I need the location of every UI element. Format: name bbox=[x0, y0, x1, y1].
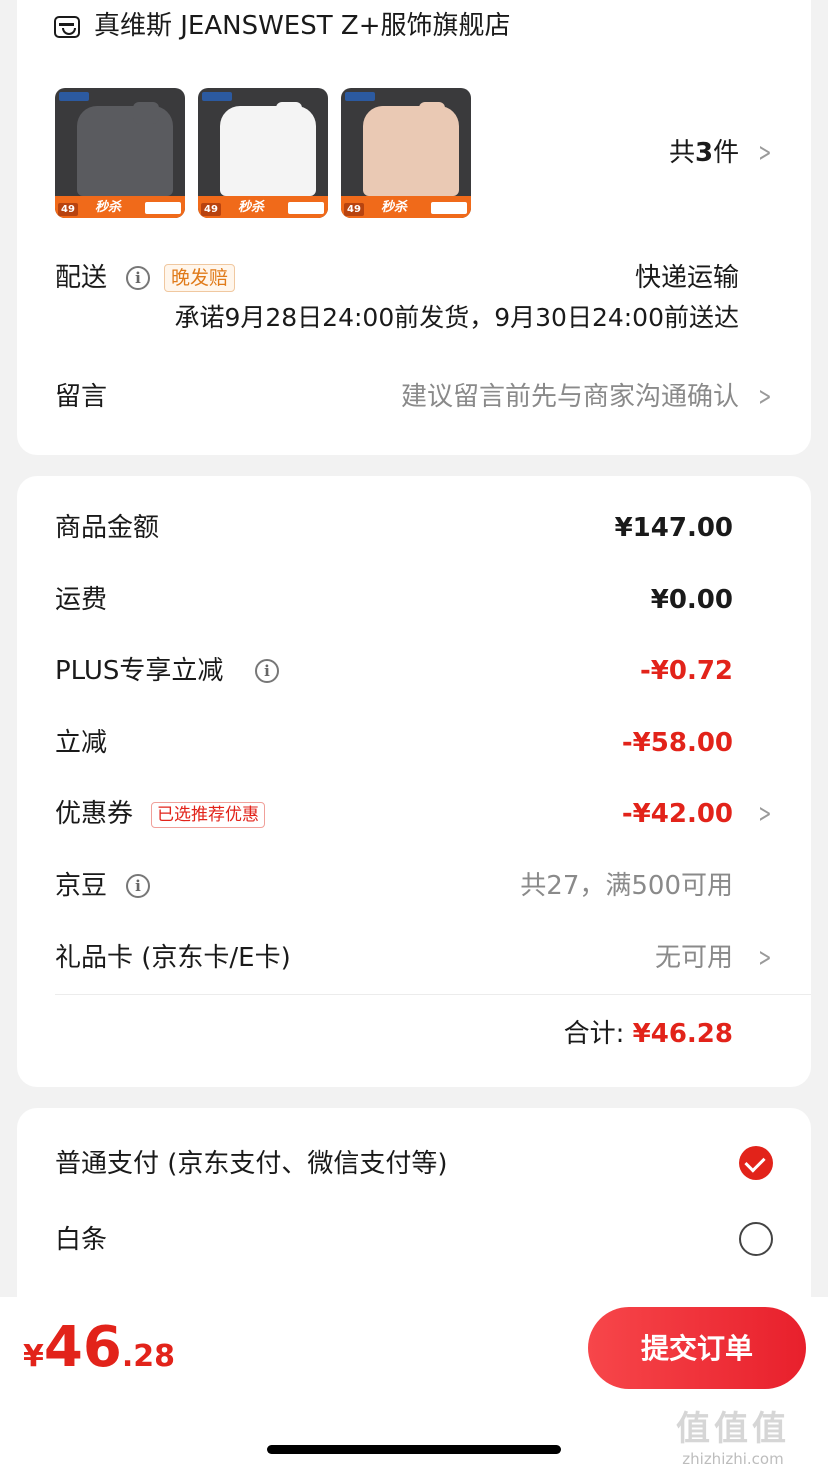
coupon-recommended-tag: 已选推荐优惠 bbox=[151, 802, 265, 828]
promo-label bbox=[145, 202, 181, 214]
instant-discount-label: 立减 bbox=[55, 728, 108, 758]
shirt-collar bbox=[276, 102, 302, 124]
delivery-promise: 承诺9月28日24:00前发货，9月30日24:00前送达 bbox=[174, 303, 739, 332]
instant-discount-value: -¥58.00 bbox=[621, 728, 733, 758]
jingdou-label: 京豆 bbox=[55, 871, 108, 901]
promo-price-tag: 49 bbox=[58, 203, 78, 216]
goods-amount-value: ¥147.00 bbox=[614, 513, 733, 543]
amount-integer: 46 bbox=[43, 1315, 122, 1380]
chevron-right-icon[interactable]: > bbox=[758, 381, 771, 413]
brand-logo bbox=[202, 92, 232, 101]
promo-label bbox=[288, 202, 324, 214]
price-card: 商品金额 ¥147.00 运费 ¥0.00 PLUS专享立减 i -¥0.72 … bbox=[17, 476, 811, 1087]
item-count-prefix: 共 bbox=[669, 138, 696, 168]
product-thumbnail[interactable]: 49 秒杀 bbox=[55, 88, 185, 218]
item-count-number: 3 bbox=[695, 138, 714, 168]
product-thumbnail[interactable]: 49 秒杀 bbox=[198, 88, 328, 218]
delivery-method[interactable]: 快递运输 bbox=[635, 262, 739, 294]
watermark-logo: 值值值 bbox=[676, 1409, 790, 1449]
promo-price-tag: 49 bbox=[201, 203, 221, 216]
checkout-bar: ¥46.28 提交订单 值值值 zhizhizhi.com bbox=[0, 1297, 828, 1474]
promo-text: 秒杀 bbox=[95, 200, 122, 215]
watermark: 值值值 zhizhizhi.com bbox=[676, 1401, 790, 1468]
watermark-url: zhizhizhi.com bbox=[682, 1450, 784, 1468]
currency-symbol: ¥ bbox=[23, 1339, 44, 1374]
subtotal-label: 合计: bbox=[563, 1019, 625, 1049]
store-icon bbox=[54, 16, 80, 38]
brand-logo bbox=[59, 92, 89, 101]
store-card: 真维斯 JEANSWEST Z+服饰旗舰店 49 秒杀 49 秒杀 49 秒杀 … bbox=[17, 0, 811, 455]
gift-card-value[interactable]: 无可用 bbox=[655, 942, 733, 974]
plus-discount-value: -¥0.72 bbox=[639, 656, 733, 686]
coupon-label: 优惠券 bbox=[55, 799, 134, 829]
jingdou-value: 共27，满500可用 bbox=[520, 871, 733, 901]
submit-order-button[interactable]: 提交订单 bbox=[588, 1307, 806, 1389]
item-count[interactable]: 共3件 bbox=[669, 137, 739, 169]
coupon-value[interactable]: -¥42.00 bbox=[622, 798, 733, 830]
gift-card-label: 礼品卡 (京东卡/E卡) bbox=[55, 943, 291, 973]
late-compensation-tag: 晚发赔 bbox=[164, 264, 236, 292]
delivery-label: 配送 bbox=[55, 263, 108, 293]
checked-radio-icon[interactable] bbox=[739, 1146, 773, 1180]
promo-price-tag: 49 bbox=[344, 203, 364, 216]
payment-option-standard-label[interactable]: 普通支付 (京东支付、微信支付等) bbox=[55, 1148, 448, 1180]
shipping-label: 运费 bbox=[55, 585, 108, 615]
chevron-right-icon[interactable]: > bbox=[758, 798, 771, 830]
promo-text: 秒杀 bbox=[381, 200, 408, 215]
chevron-right-icon[interactable]: > bbox=[758, 942, 771, 974]
total-amount: ¥46.28 bbox=[23, 1315, 175, 1380]
promo-label bbox=[431, 202, 467, 214]
promo-text: 秒杀 bbox=[238, 200, 265, 215]
info-icon[interactable]: i bbox=[126, 266, 150, 290]
shipping-value: ¥0.00 bbox=[650, 585, 733, 615]
message-input[interactable]: 建议留言前先与商家沟通确认 bbox=[401, 381, 739, 413]
product-thumbnail[interactable]: 49 秒杀 bbox=[341, 88, 471, 218]
amount-decimal: .28 bbox=[121, 1339, 175, 1374]
goods-amount-label: 商品金额 bbox=[55, 513, 160, 543]
shirt-collar bbox=[133, 102, 159, 124]
subtotal: 合计: ¥46.28 bbox=[564, 1018, 733, 1050]
plus-discount-label: PLUS专享立减 bbox=[55, 656, 224, 686]
shirt-collar bbox=[419, 102, 445, 124]
payment-option-baitiao-label[interactable]: 白条 bbox=[55, 1224, 107, 1256]
info-icon[interactable]: i bbox=[126, 874, 150, 898]
divider bbox=[55, 994, 811, 995]
message-label: 留言 bbox=[55, 382, 108, 412]
store-name[interactable]: 真维斯 JEANSWEST Z+服饰旗舰店 bbox=[94, 10, 510, 42]
subtotal-value: ¥46.28 bbox=[632, 1019, 733, 1049]
chevron-right-icon[interactable]: > bbox=[758, 137, 771, 169]
brand-logo bbox=[345, 92, 375, 101]
home-indicator[interactable] bbox=[267, 1445, 561, 1454]
unchecked-radio-icon[interactable] bbox=[739, 1222, 773, 1256]
info-icon[interactable]: i bbox=[255, 659, 279, 683]
item-count-suffix: 件 bbox=[713, 138, 740, 168]
